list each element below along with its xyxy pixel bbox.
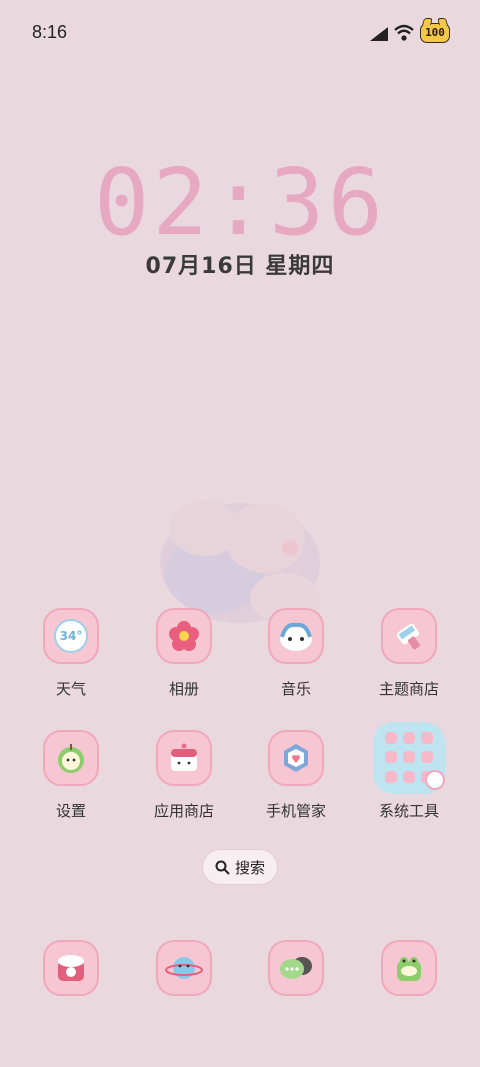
phone-icon: [43, 940, 99, 996]
music-icon: [268, 608, 324, 664]
app-gallery[interactable]: 相册: [129, 608, 239, 718]
app-label: 系统工具: [378, 802, 439, 820]
app-settings[interactable]: 设置: [16, 730, 126, 840]
app-label: 主题商店: [378, 680, 439, 698]
search-label: 搜索: [234, 858, 265, 877]
apple-icon: [43, 730, 99, 786]
app-music[interactable]: 音乐: [241, 608, 351, 718]
theme-icon: [381, 608, 437, 664]
clock-widget-date: 07月16日 星期四: [145, 254, 335, 279]
flower-icon: [156, 608, 212, 664]
folder-icon: [373, 722, 445, 794]
folder-system-tools[interactable]: 系统工具: [354, 722, 464, 832]
battery-icon: 100: [420, 23, 450, 43]
app-theme-store[interactable]: 主题商店: [354, 608, 464, 718]
cake-icon: [156, 730, 212, 786]
clock-widget-time[interactable]: 02:36: [0, 148, 480, 258]
dock-phone[interactable]: [16, 940, 126, 1050]
app-label: 设置: [55, 802, 86, 820]
app-label: 应用商店: [153, 802, 214, 820]
app-phone-manager[interactable]: 手机管家: [241, 730, 351, 840]
status-bar: 8:16 100: [0, 0, 480, 64]
app-app-store[interactable]: 应用商店: [129, 730, 239, 840]
dock-browser[interactable]: [129, 940, 239, 1050]
shield-icon: [268, 730, 324, 786]
signal-icon: [370, 27, 388, 41]
dock-messages[interactable]: [241, 940, 351, 1050]
messages-icon: [268, 940, 324, 996]
wifi-icon: [394, 24, 414, 41]
weather-icon: 34°: [43, 608, 99, 664]
search-button[interactable]: 搜索: [202, 849, 278, 885]
status-time: 8:16: [32, 22, 68, 42]
camera-frog-icon: [381, 940, 437, 996]
app-label: 音乐: [280, 680, 311, 698]
dock-camera[interactable]: [354, 940, 464, 1050]
app-label: 相册: [168, 680, 199, 698]
app-label: 天气: [55, 680, 86, 698]
app-weather[interactable]: 34° 天气: [16, 608, 126, 718]
browser-planet-icon: [156, 940, 212, 996]
weather-temp-badge: 34°: [54, 619, 88, 653]
app-label: 手机管家: [265, 802, 326, 820]
search-icon: [215, 860, 230, 875]
